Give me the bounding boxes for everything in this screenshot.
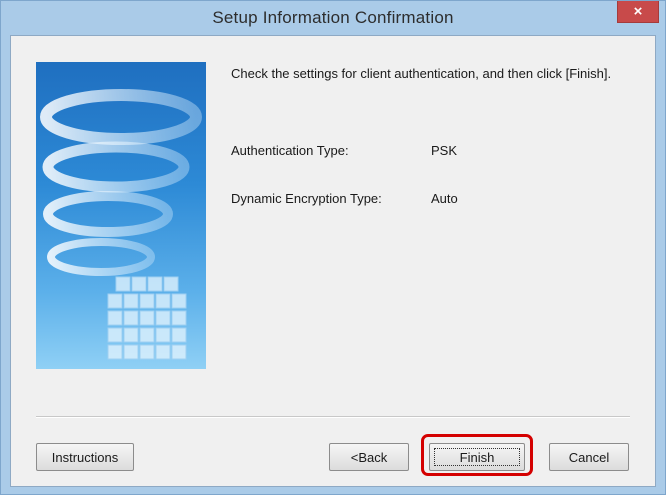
finish-button-label: Finish xyxy=(459,449,495,465)
close-button[interactable]: × xyxy=(617,1,659,23)
dialog-body: Check the settings for client authentica… xyxy=(10,35,656,487)
dynamic-encryption-type-label: Dynamic Encryption Type: xyxy=(231,191,382,206)
authentication-type-label: Authentication Type: xyxy=(231,143,349,158)
dialog-window: Setup Information Confirmation × Check t… xyxy=(0,0,666,495)
wireless-illustration-graphic xyxy=(40,89,202,360)
button-separator xyxy=(36,416,630,418)
close-icon: × xyxy=(633,3,643,20)
cancel-button[interactable]: Cancel xyxy=(549,443,629,471)
instructions-button[interactable]: Instructions xyxy=(36,443,134,471)
back-button[interactable]: <Back xyxy=(329,443,409,471)
authentication-type-value: PSK xyxy=(431,143,458,158)
wireless-illustration xyxy=(36,62,206,369)
title-bar[interactable]: Setup Information Confirmation × xyxy=(1,1,665,35)
dynamic-encryption-type-value: Auto xyxy=(431,191,458,206)
window-title: Setup Information Confirmation xyxy=(212,8,454,27)
finish-button[interactable]: Finish xyxy=(429,443,525,471)
instruction-message: Check the settings for client authentica… xyxy=(231,66,612,81)
